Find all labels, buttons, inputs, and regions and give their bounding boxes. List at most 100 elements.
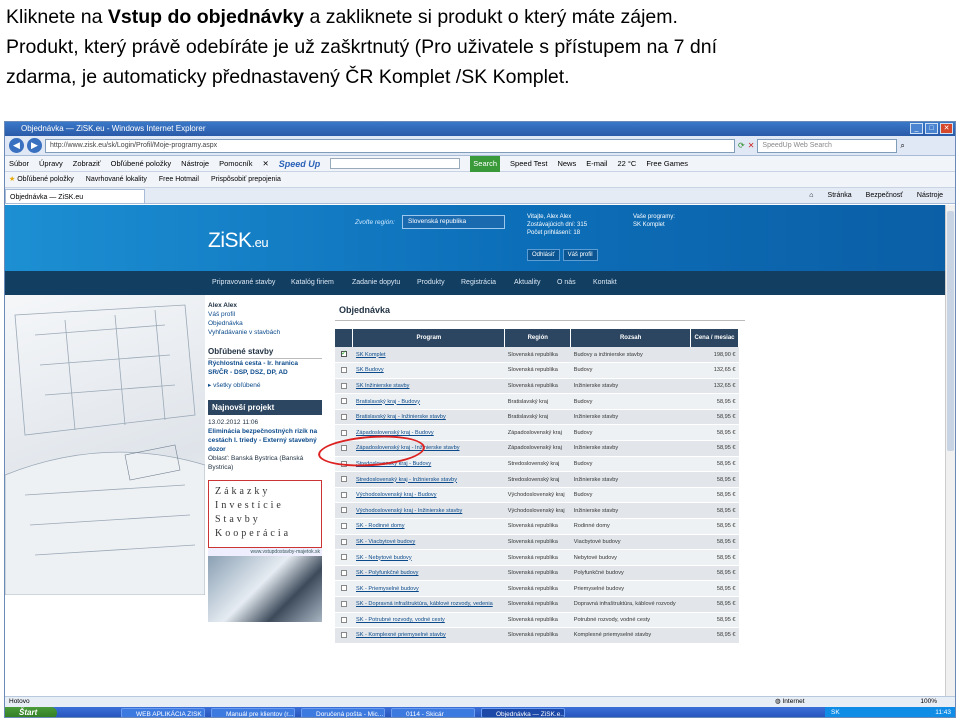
zoom-level[interactable]: 100% [920,697,937,707]
region-select[interactable]: Slovenská republika [402,215,505,229]
menu-favorites[interactable]: Obľúbené položky [111,156,172,172]
taskbar-item-web[interactable]: WEB APLIKÁCIA ZISK ... [121,708,205,717]
product-checkbox[interactable] [340,585,347,592]
taskbar-item-paint[interactable]: 0114 - Skicár [391,708,475,717]
product-checkbox[interactable] [340,632,347,639]
minimize-icon[interactable]: _ [910,123,923,134]
photo-caption: www.vstupdostavby-majetok.sk [208,548,322,556]
nav-news[interactable]: Aktuality [514,271,540,295]
product-checkbox[interactable] [340,476,347,483]
logout-button[interactable]: Odhlásiť [527,249,560,261]
free-games-link[interactable]: Free Games [646,156,688,172]
product-checkbox[interactable] [340,569,347,576]
speedup-search-button[interactable]: Search [470,155,501,172]
nav-contact[interactable]: Kontakt [593,271,617,295]
tools-menu[interactable]: Nástroje [917,188,943,204]
product-checkbox[interactable] [340,349,347,358]
product-checkbox[interactable] [340,413,347,420]
favorite-build-link-2[interactable]: SR/ČR - DSP, DSZ, DP, AD [208,368,322,377]
product-checkbox[interactable] [340,554,347,561]
program-link[interactable]: SK - Priemyselné budovy [356,586,419,592]
program-link[interactable]: SK - Polyfunkčné budovy [356,570,419,576]
taskbar-item-browser[interactable]: Objednávka — ZiSK.e... [481,708,565,717]
program-link[interactable]: SK Inžinierske stavby [356,383,409,389]
product-checkbox[interactable] [340,398,347,405]
nav-products[interactable]: Produkty [417,271,445,295]
tab-objednavka[interactable]: Objednávka — ZiSK.eu [5,189,145,204]
web-search-input[interactable]: SpeedUp Web Search [757,138,898,153]
favorite-build-link[interactable]: Rýchlostná cesta - Ir. hranica [208,359,322,368]
taskbar-item-manual[interactable]: Manuál pre klientov (r... [211,708,295,717]
price-cell: 58,95 € [690,393,739,410]
scroll-thumb[interactable] [947,211,954,451]
menu-file[interactable]: Súbor [9,156,29,172]
refresh-icon[interactable]: ⟳ [738,141,745,150]
program-link[interactable]: SK - Viacbytové budovy [356,539,415,545]
toolbar-close-icon[interactable]: ✕ [262,156,268,172]
program-link[interactable]: Bratislavský kraj - Inžinierske stavby [356,414,446,420]
language-indicator[interactable]: SK [831,709,840,716]
sidebar-link-search[interactable]: Vyhľadávanie v stavbách [208,328,322,337]
home-icon[interactable]: ⌂ [809,188,813,204]
favorites-button[interactable]: ★ Obľúbené položky [9,172,74,187]
vertical-scrollbar[interactable] [945,205,955,696]
menu-tools[interactable]: Nástroje [181,156,209,172]
program-link[interactable]: SK - Rodinné domy [356,523,405,529]
program-link[interactable]: SK - Komplexné priemyselné stavby [356,632,446,638]
product-checkbox[interactable] [340,367,347,374]
zisk-logo[interactable]: ZiSK.eu [208,229,269,253]
product-checkbox[interactable] [340,601,347,608]
product-checkbox[interactable] [340,429,347,436]
row-checkbox-cell [335,612,353,629]
program-link[interactable]: SK Budovy [356,367,384,373]
search-icon[interactable]: ⌕ [900,141,904,151]
sidebar-link-order[interactable]: Objednávka [208,319,322,328]
nav-inquiry[interactable]: Zadanie dopytu [352,271,400,295]
nav-registration[interactable]: Registrácia [461,271,496,295]
product-checkbox[interactable] [340,523,347,530]
safety-menu[interactable]: Bezpečnosť [866,188,903,204]
latest-project-link[interactable]: Eliminácia bezpečnostných rizík na cestá… [208,427,322,454]
close-icon[interactable]: ✕ [940,123,953,134]
program-link[interactable]: SK - Dopravná infraštruktúra, káblové ro… [356,601,493,607]
start-button[interactable]: Štart [5,707,57,717]
nav-catalog[interactable]: Katalóg firiem [291,271,334,295]
all-favorites-link[interactable]: ▸ všetky obľúbené [208,381,322,390]
taskbar-item-mail[interactable]: Doručená pošta - Mic... [301,708,385,717]
customize-links-link[interactable]: Prispôsobiť prepojenia [211,172,281,187]
program-link[interactable]: Východoslovenský kraj - Inžinierske stav… [356,508,462,514]
stop-icon[interactable]: ✕ [748,141,755,150]
product-checkbox[interactable] [340,382,347,389]
product-checkbox[interactable] [340,616,347,623]
free-hotmail-link[interactable]: Free Hotmail [159,172,199,187]
menu-edit[interactable]: Úpravy [39,156,63,172]
nav-upcoming[interactable]: Pripravované stavby [212,271,275,295]
url-input[interactable]: http://www.zisk.eu/sk/Login/Profil/Moje-… [45,138,735,153]
forward-icon[interactable]: ▶ [27,138,42,153]
program-link[interactable]: SK Komplet [356,352,386,358]
suggested-sites-link[interactable]: Navrhované lokality [86,172,147,187]
page-menu[interactable]: Stránka [828,188,852,204]
sidebar-link-profile[interactable]: Váš profil [208,310,322,319]
product-checkbox[interactable] [340,538,347,545]
speedup-search-input[interactable] [330,158,461,169]
program-link[interactable]: Východoslovenský kraj - Budovy [356,492,437,498]
product-checkbox[interactable] [340,491,347,498]
product-checkbox[interactable] [340,507,347,514]
program-link[interactable]: Stredoslovenský kraj - Inžinierske stavb… [356,477,457,483]
program-link[interactable]: SK - Potrubné rozvody, vodné cesty [356,617,445,623]
email-link[interactable]: E-mail [586,156,607,172]
weather-link[interactable]: 22 °C [617,156,636,172]
menu-help[interactable]: Pomocník [219,156,252,172]
maximize-icon[interactable]: □ [925,123,938,134]
menu-view[interactable]: Zobraziť [73,156,101,172]
news-link[interactable]: News [557,156,576,172]
back-icon[interactable]: ◀ [9,138,24,153]
speed-test-link[interactable]: Speed Test [510,156,547,172]
profile-button[interactable]: Váš profil [562,249,598,261]
program-link[interactable]: Bratislavský kraj - Budovy [356,399,420,405]
business-people-photo [208,556,322,622]
nav-about[interactable]: O nás [557,271,576,295]
program-link[interactable]: SK - Nebytové budovy [356,555,412,561]
program-link[interactable]: Západoslovenský kraj - Budovy [356,430,434,436]
